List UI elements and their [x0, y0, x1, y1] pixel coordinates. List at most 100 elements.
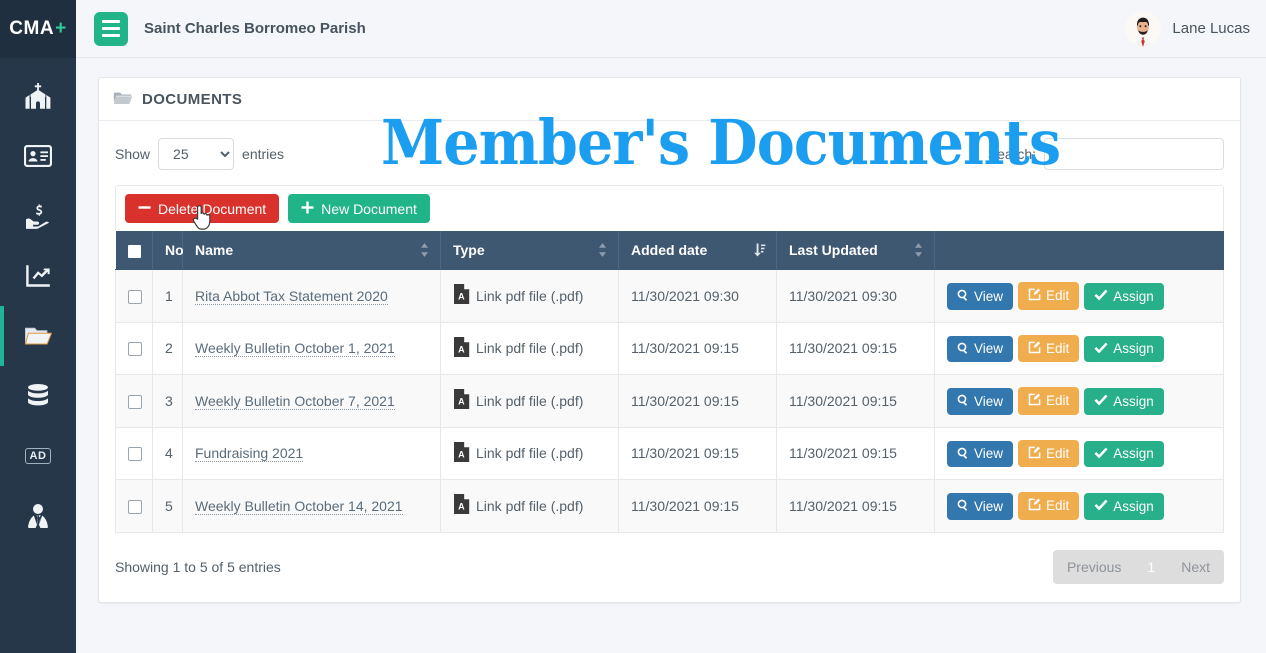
edit-label: Edit	[1046, 499, 1069, 513]
sidebar-item-members[interactable]	[0, 126, 76, 186]
pagination-next[interactable]: Next	[1167, 550, 1224, 584]
brand-name: CMA	[9, 18, 54, 40]
row-type-label[interactable]: Link pdf file (.pdf)	[476, 393, 583, 409]
assign-button[interactable]: Assign	[1084, 283, 1164, 310]
row-actions-cell: View Edit Assign	[935, 270, 1224, 323]
hamburger-line	[102, 27, 120, 30]
document-name-link[interactable]: Weekly Bulletin October 14, 2021	[195, 498, 403, 515]
check-icon	[1094, 447, 1108, 462]
edit-button[interactable]: Edit	[1018, 492, 1079, 520]
document-name-link[interactable]: Fundraising 2021	[195, 445, 303, 462]
row-checkbox[interactable]	[128, 500, 142, 514]
row-checkbox[interactable]	[128, 447, 142, 461]
page-length-select[interactable]: 25	[158, 138, 234, 170]
sidebar-item-donations[interactable]	[0, 186, 76, 246]
sidebar-item-reports[interactable]	[0, 246, 76, 306]
view-button[interactable]: View	[947, 441, 1013, 468]
document-name-link[interactable]: Weekly Bulletin October 7, 2021	[195, 393, 395, 410]
svg-text:A: A	[458, 449, 465, 459]
view-button[interactable]: View	[947, 336, 1013, 363]
select-all-checkbox[interactable]	[128, 245, 141, 258]
row-actions-cell: ViewEditAssign	[935, 427, 1224, 480]
brand-plus: +	[55, 18, 67, 40]
pdf-file-icon: A	[453, 389, 470, 412]
column-name-label: Name	[195, 242, 233, 258]
pagination-previous[interactable]: Previous	[1053, 550, 1135, 584]
search-icon	[957, 289, 969, 304]
assign-label: Assign	[1113, 342, 1154, 356]
sidebar-item-staff[interactable]	[0, 486, 76, 546]
row-select-cell	[116, 270, 153, 323]
view-button[interactable]: View	[947, 283, 1013, 310]
search-label: Search:	[988, 146, 1036, 162]
table-body: 1Rita Abbot Tax Statement 2020ALink pdf …	[116, 270, 1224, 533]
row-checkbox[interactable]	[128, 395, 142, 409]
column-last-updated-label: Last Updated	[789, 242, 878, 258]
user-menu[interactable]: Lane Lucas	[1125, 11, 1250, 47]
row-name-cell: Weekly Bulletin October 14, 2021	[183, 480, 441, 533]
sort-both-icon	[913, 243, 924, 258]
column-type-label: Type	[453, 242, 485, 258]
row-last-updated: 11/30/2021 09:15	[777, 427, 935, 480]
search-input[interactable]	[1044, 138, 1224, 170]
row-checkbox[interactable]	[128, 342, 142, 356]
database-icon	[26, 383, 50, 409]
view-label: View	[974, 342, 1003, 356]
row-actions-cell: View Edit Assign	[935, 480, 1224, 533]
search-icon	[957, 342, 969, 357]
edit-button[interactable]: Edit	[1018, 335, 1079, 363]
hamburger-line	[102, 20, 120, 23]
row-type-label[interactable]: Link pdf file (.pdf)	[476, 340, 583, 356]
table-header-row: No Name Type	[116, 231, 1224, 270]
document-name-link[interactable]: Rita Abbot Tax Statement 2020	[195, 288, 388, 305]
edit-button[interactable]: Edit	[1018, 387, 1079, 415]
assign-button[interactable]: Assign	[1084, 336, 1164, 363]
view-button[interactable]: View	[947, 388, 1013, 415]
pencil-square-icon	[1028, 393, 1041, 409]
church-icon	[24, 83, 52, 109]
sort-descending-icon	[753, 243, 766, 258]
search-icon	[957, 394, 969, 409]
menu-toggle-button[interactable]	[94, 12, 128, 46]
row-type-label[interactable]: Link pdf file (.pdf)	[476, 445, 583, 461]
sidebar-item-parish[interactable]	[0, 66, 76, 126]
edit-button[interactable]: Edit	[1018, 282, 1079, 310]
assign-button[interactable]: Assign	[1084, 493, 1164, 520]
panel-body: Show 25 entries Search:	[99, 121, 1240, 602]
assign-button[interactable]: Assign	[1084, 388, 1164, 415]
sidebar-item-ad[interactable]: AD	[0, 426, 76, 486]
column-no[interactable]: No	[153, 231, 183, 270]
sidebar-item-data[interactable]	[0, 366, 76, 426]
row-type-label[interactable]: Link pdf file (.pdf)	[476, 288, 583, 304]
svg-text:A: A	[458, 344, 465, 354]
new-document-button[interactable]: New Document	[288, 194, 430, 223]
row-type-label[interactable]: Link pdf file (.pdf)	[476, 498, 583, 514]
edit-label: Edit	[1046, 394, 1069, 408]
column-name[interactable]: Name	[183, 231, 441, 270]
entries-info: Showing 1 to 5 of 5 entries	[115, 559, 281, 575]
brand-logo[interactable]: CMA+	[0, 0, 76, 58]
edit-label: Edit	[1046, 289, 1069, 303]
assign-button[interactable]: Assign	[1084, 441, 1164, 468]
delete-document-button[interactable]: Delete Document	[125, 194, 279, 223]
table-row: 3Weekly Bulletin October 7, 2021ALink pd…	[116, 375, 1224, 428]
row-checkbox[interactable]	[128, 290, 142, 304]
view-button[interactable]: View	[947, 493, 1013, 520]
show-label: Show	[115, 146, 150, 162]
row-select-cell	[116, 480, 153, 533]
pagination-page-1[interactable]: 1	[1135, 550, 1167, 584]
sidebar-item-documents[interactable]	[0, 306, 76, 366]
svg-text:A: A	[458, 397, 465, 407]
document-name-link[interactable]: Weekly Bulletin October 1, 2021	[195, 340, 395, 357]
search-icon	[957, 447, 969, 462]
check-icon	[1094, 342, 1108, 357]
assign-label: Assign	[1113, 290, 1154, 304]
column-added-date[interactable]: Added date	[619, 231, 777, 270]
sort-both-icon	[419, 243, 430, 258]
row-name-cell: Rita Abbot Tax Statement 2020	[183, 270, 441, 323]
pencil-square-icon	[1028, 446, 1041, 462]
column-type[interactable]: Type	[441, 231, 619, 270]
column-last-updated[interactable]: Last Updated	[777, 231, 935, 270]
edit-button[interactable]: Edit	[1018, 440, 1079, 468]
select-all-header	[116, 231, 153, 270]
